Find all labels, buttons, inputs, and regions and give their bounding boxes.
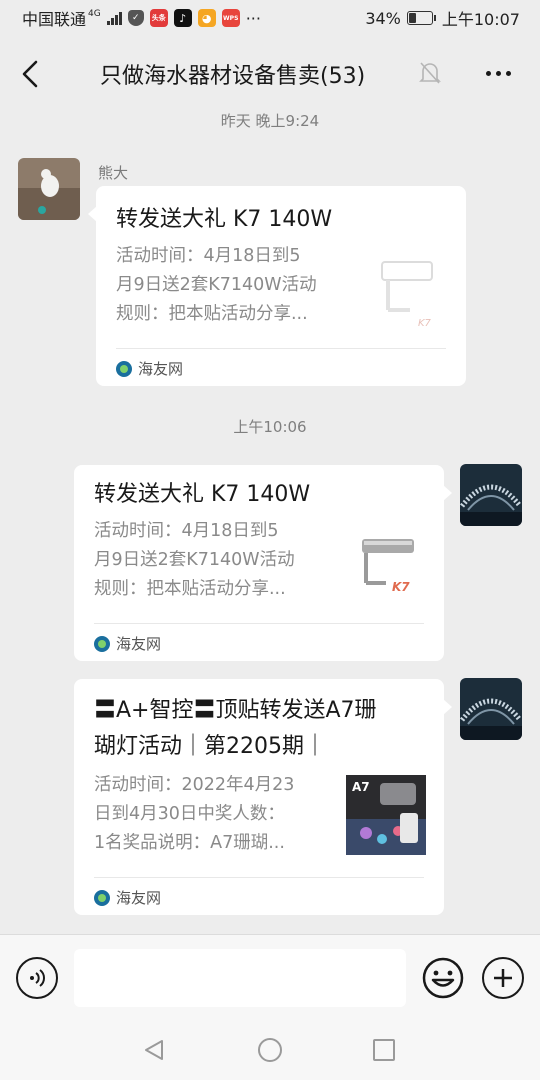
more-options-button[interactable] bbox=[478, 58, 518, 88]
nav-recents-button[interactable] bbox=[370, 1036, 398, 1064]
sender-avatar[interactable] bbox=[18, 158, 80, 220]
card-title: 转发送大礼 K7 140W bbox=[94, 482, 311, 507]
my-avatar[interactable] bbox=[460, 464, 522, 526]
card-desc-line: 月9日送2套K7140W活动 bbox=[94, 550, 295, 570]
source-name: 海友网 bbox=[116, 635, 162, 653]
chat-title: 只做海水器材设备售卖(53) bbox=[100, 64, 366, 89]
bubble-tail bbox=[88, 206, 97, 222]
timestamp-divider: 昨天 晚上9:24 bbox=[220, 112, 320, 130]
nav-back-button[interactable] bbox=[140, 1036, 168, 1064]
emoji-button[interactable] bbox=[422, 957, 464, 999]
system-nav-bar bbox=[0, 1020, 540, 1080]
chat-header: 只做海水器材设备售卖(53) bbox=[0, 36, 540, 110]
bridge-photo-icon bbox=[460, 678, 522, 740]
haiyou-logo-icon bbox=[94, 635, 110, 652]
card-description: 活动时间：4月18日到5 月9日送2套K7140W活动 规则：把本贴活动分享..… bbox=[94, 517, 334, 604]
bridge-photo-icon bbox=[460, 464, 522, 526]
battery-percent: 34% bbox=[365, 8, 401, 28]
card-desc-line: 日到4月30日中奖人数： bbox=[94, 804, 285, 824]
battery-icon bbox=[406, 11, 436, 25]
card-description: 活动时间：2022年4月23 日到4月30日中奖人数： 1名奖品说明：A7珊瑚.… bbox=[94, 771, 344, 858]
timestamp-divider: 上午10:06 bbox=[233, 418, 307, 436]
input-bar bbox=[0, 934, 540, 1020]
my-avatar[interactable] bbox=[460, 678, 522, 740]
nav-home-button[interactable] bbox=[256, 1036, 284, 1064]
clock: 上午10:07 bbox=[441, 10, 520, 29]
link-card[interactable]: 转发送大礼 K7 140W 活动时间：4月18日到5 月9日送2套K7140W活… bbox=[74, 465, 452, 661]
more-functions-button[interactable] bbox=[482, 957, 524, 999]
card-divider bbox=[94, 877, 424, 878]
bubble-tail bbox=[443, 699, 452, 715]
card-description: 活动时间：4月18日到5 月9日送2套K7140W活动 规则：把本贴活动分享..… bbox=[116, 242, 356, 329]
more-notifications-icon: ··· bbox=[245, 8, 261, 28]
wps-icon: WPS bbox=[221, 9, 240, 27]
thumb-label: A7 bbox=[352, 780, 370, 794]
haiyou-logo-icon bbox=[94, 889, 110, 906]
circle-home-icon bbox=[258, 1038, 282, 1062]
back-button[interactable] bbox=[14, 56, 46, 92]
card-source: 海友网 bbox=[94, 887, 161, 908]
toutiao-icon: 头条 bbox=[149, 9, 168, 27]
card-title: 〓A+智控〓顶贴转发送A7珊 瑚灯活动｜第2205期｜ bbox=[94, 693, 424, 765]
plus-icon bbox=[494, 969, 512, 987]
link-card[interactable]: 转发送大礼 K7 140W 活动时间：4月18日到5 月9日送2套K7140W活… bbox=[88, 186, 466, 386]
sender-name: 熊大 bbox=[98, 164, 129, 182]
haiyou-logo-icon bbox=[116, 360, 132, 377]
source-name: 海友网 bbox=[138, 360, 184, 378]
card-title-line: 〓A+智控〓顶贴转发送A7珊 bbox=[94, 698, 377, 723]
orange-app-icon: ◕ bbox=[197, 9, 216, 27]
voice-input-button[interactable] bbox=[16, 957, 58, 999]
network-type: 4G bbox=[88, 8, 101, 19]
card-desc-line: 规则：把本贴活动分享... bbox=[116, 304, 308, 324]
carrier-label: 中国联通 bbox=[22, 10, 87, 29]
status-bar: 中国联通 4G ✓ 头条 ♪ ◕ WPS ··· 34% 上午10:07 bbox=[0, 0, 540, 36]
chevron-left-icon bbox=[22, 60, 38, 88]
card-divider bbox=[116, 348, 446, 349]
teddy-photo-icon bbox=[18, 158, 80, 220]
card-divider bbox=[94, 623, 424, 624]
card-desc-line: 活动时间：4月18日到5 bbox=[116, 246, 301, 266]
link-card[interactable]: 〓A+智控〓顶贴转发送A7珊 瑚灯活动｜第2205期｜ 活动时间：2022年4月… bbox=[74, 679, 452, 915]
status-left: 中国联通 4G ✓ 头条 ♪ ◕ WPS ··· bbox=[22, 6, 261, 30]
voice-wave-icon bbox=[30, 969, 45, 987]
card-source: 海友网 bbox=[116, 358, 183, 379]
card-desc-line: 规则：把本贴活动分享... bbox=[94, 579, 286, 599]
card-desc-line: 活动时间：4月18日到5 bbox=[94, 521, 279, 541]
tiktok-icon: ♪ bbox=[173, 9, 192, 27]
mute-bell-icon bbox=[419, 62, 441, 84]
status-right: 34% 上午10:07 bbox=[365, 6, 520, 30]
card-title-line: 瑚灯活动｜第2205期｜ bbox=[94, 734, 326, 759]
bubble-tail bbox=[443, 485, 452, 501]
card-source: 海友网 bbox=[94, 633, 161, 654]
triangle-back-icon bbox=[145, 1040, 163, 1060]
signal-icon bbox=[106, 11, 122, 25]
card-desc-line: 活动时间：2022年4月23 bbox=[94, 775, 295, 795]
message-input[interactable] bbox=[74, 949, 406, 1007]
card-desc-line: 月9日送2套K7140W活动 bbox=[116, 275, 317, 295]
thumb-label: K7 bbox=[392, 580, 410, 594]
card-title: 转发送大礼 K7 140W bbox=[116, 207, 333, 232]
square-recents-icon bbox=[373, 1039, 395, 1061]
source-name: 海友网 bbox=[116, 889, 162, 907]
card-desc-line: 1名奖品说明：A7珊瑚... bbox=[94, 833, 285, 853]
a7-light-thumbnail-icon: A7 bbox=[346, 775, 426, 855]
battery-fill bbox=[408, 13, 417, 23]
shield-icon: ✓ bbox=[127, 10, 144, 26]
k7-light-thumbnail-icon: K7 bbox=[368, 256, 448, 336]
thumb-label: K7 bbox=[418, 318, 432, 329]
k7-light-thumbnail-icon: K7 bbox=[346, 529, 426, 609]
